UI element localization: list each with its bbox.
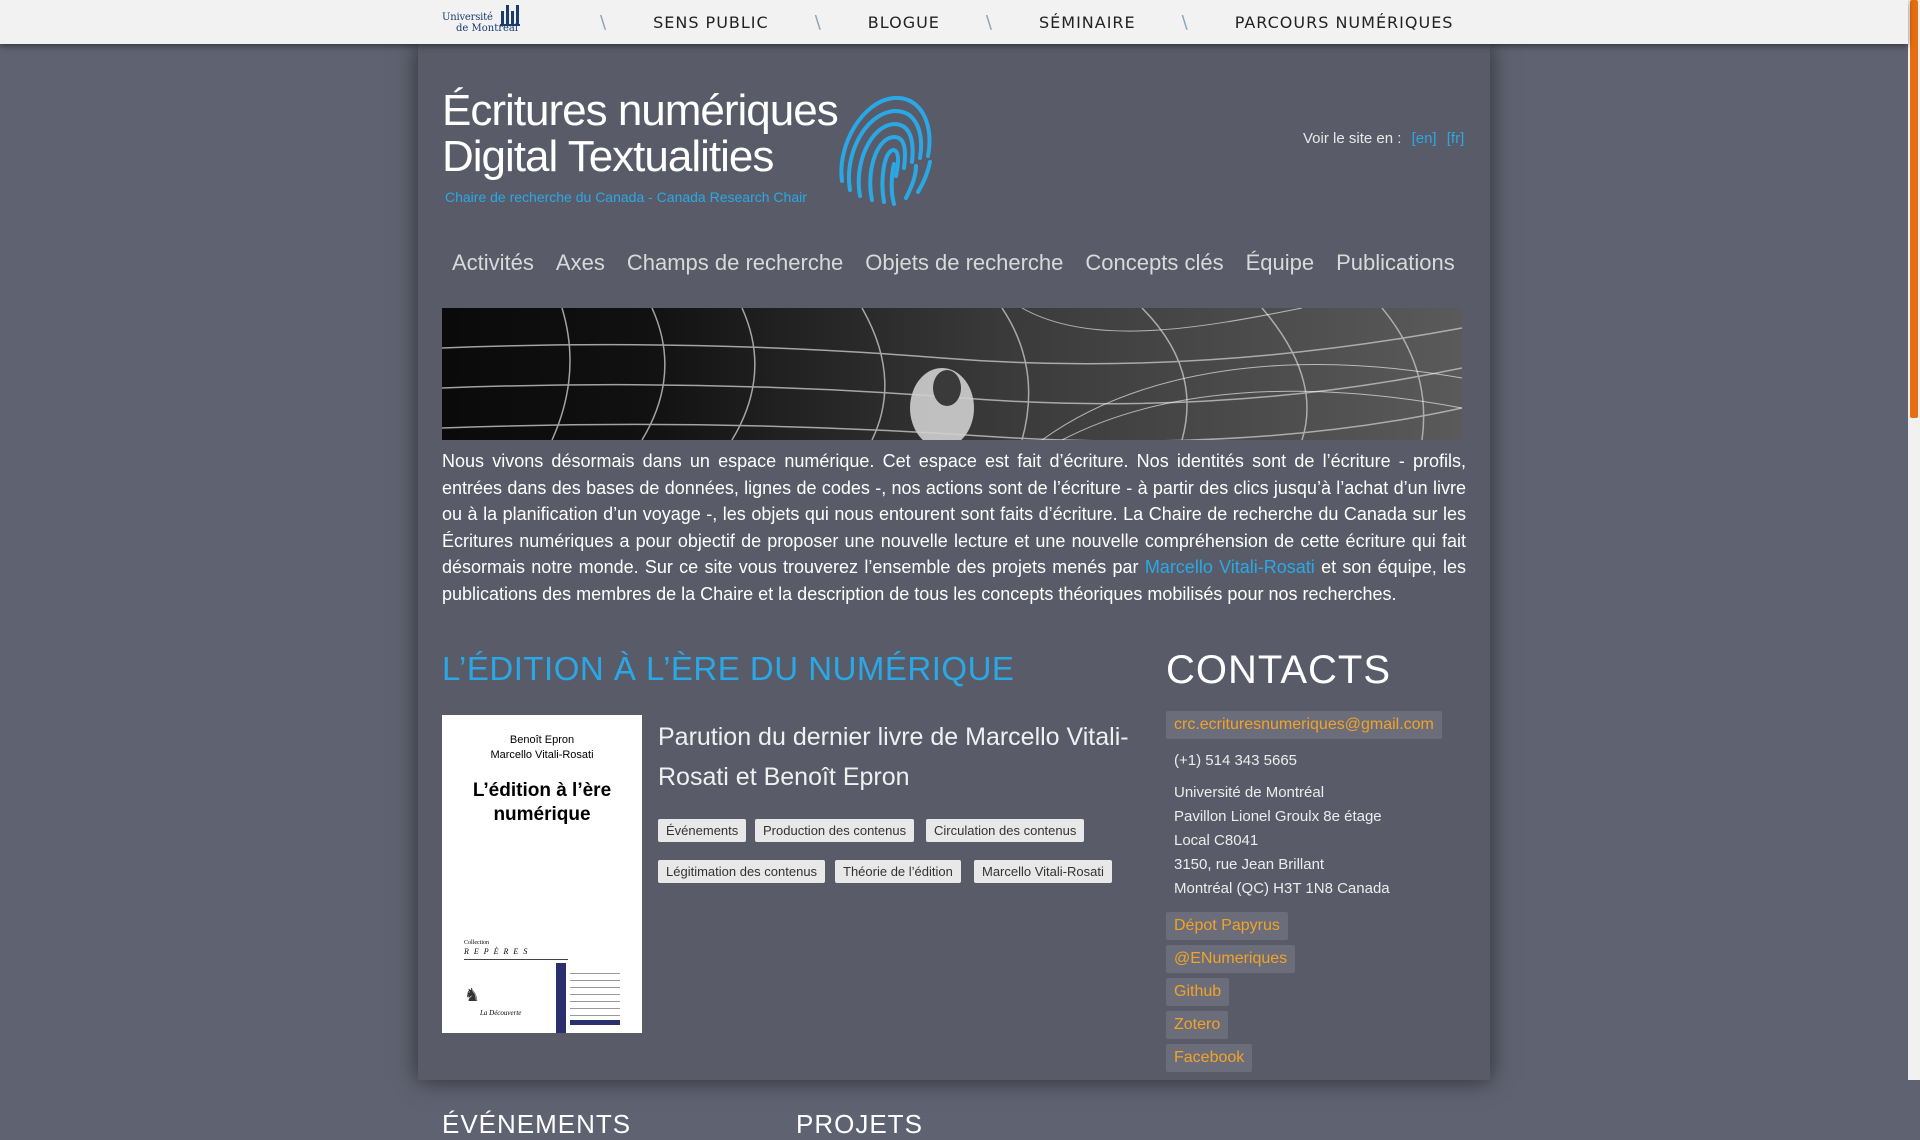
- link-depot-papyrus[interactable]: Dépot Papyrus: [1166, 912, 1288, 940]
- lang-fr-link[interactable]: [fr]: [1447, 130, 1465, 147]
- nav-axes[interactable]: Axes: [556, 250, 605, 276]
- udem-logo[interactable]: Université de Montréal: [442, 3, 522, 35]
- udem-crest-icon: [500, 5, 520, 26]
- address-line: Pavillon Lionel Groulx 8e étage: [1174, 808, 1382, 825]
- link-zotero[interactable]: Zotero: [1166, 1011, 1229, 1039]
- tag-marcello-vitali-rosati[interactable]: Marcello Vitali-Rosati: [974, 860, 1112, 883]
- book-series-rule: [464, 959, 568, 960]
- book-author-2: Marcello Vitali-Rosati: [490, 749, 594, 761]
- nav-publications[interactable]: Publications: [1336, 250, 1455, 276]
- section-evenements-heading: ÉVÉNEMENTS: [442, 1109, 632, 1139]
- lang-en-link[interactable]: [en]: [1412, 130, 1437, 147]
- marcello-vitali-rosati-link[interactable]: Marcello Vitali-Rosati: [1145, 557, 1315, 577]
- address-line: Local C8041: [1174, 832, 1259, 849]
- section-projets-heading: PROJETS: [796, 1109, 923, 1139]
- tag-production-des-contenus[interactable]: Production des contenus: [755, 819, 915, 842]
- site-subtitle: Chaire de recherche du Canada - Canada R…: [445, 189, 807, 205]
- tag-theorie-de-ledition[interactable]: Théorie de l’édition: [835, 860, 961, 883]
- article-title[interactable]: Parution du dernier livre de Marcello Vi…: [658, 717, 1138, 797]
- address-line: Montréal (QC) H3T 1N8 Canada: [1174, 880, 1390, 897]
- book-list-lines: [570, 967, 620, 1027]
- nav-separator: \: [1181, 11, 1189, 33]
- scrollbar-thumb[interactable]: [1910, 0, 1918, 418]
- top-link-blogue[interactable]: BLOGUE: [868, 13, 940, 32]
- top-bar: Université de Montréal \ SENS PUBLIC \ B…: [0, 0, 1908, 44]
- publisher-logo-icon: ♞: [464, 985, 481, 1006]
- tag-evenements[interactable]: Événements: [658, 819, 747, 842]
- book-author-1: Benoît Epron: [509, 734, 575, 746]
- book-color-bar: [556, 963, 566, 1033]
- banner-image: [442, 308, 1462, 440]
- contact-phone: (+1) 514 343 5665: [1174, 752, 1298, 769]
- book-publisher: La Découverte: [480, 1009, 522, 1017]
- tag-circulation-des-contenus[interactable]: Circulation des contenus: [926, 819, 1085, 842]
- book-series: REPÈRES: [464, 947, 533, 956]
- link-facebook[interactable]: Facebook: [1166, 1044, 1253, 1072]
- fingerprint-icon: [839, 95, 932, 206]
- page-scrollbar[interactable]: [1908, 0, 1920, 1080]
- site-title-fr: Écritures numériques: [442, 86, 839, 135]
- top-link-parcours-numeriques[interactable]: PARCOURS NUMÉRIQUES: [1235, 13, 1454, 32]
- contact-email-link[interactable]: crc.ecrituresnumeriques@gmail.com: [1166, 711, 1442, 739]
- featured-section-title[interactable]: L’ÉDITION À L’ÈRE DU NUMÉRIQUE: [442, 650, 1014, 688]
- top-nav: \ SENS PUBLIC \ BLOGUE \ SÉMINAIRE \ PAR…: [600, 0, 1453, 44]
- main-nav: Activités Axes Champs de recherche Objet…: [452, 250, 1455, 276]
- nav-separator: \: [814, 11, 822, 33]
- contacts-panel: CONTACTS crc.ecrituresnumeriques@gmail.c…: [1166, 648, 1466, 1072]
- nav-equipe[interactable]: Équipe: [1246, 250, 1315, 276]
- address-line: 3150, rue Jean Brillant: [1174, 856, 1325, 873]
- language-switcher: Voir le site en : [en] [fr]: [1303, 130, 1464, 147]
- top-link-sens-public[interactable]: SENS PUBLIC: [653, 13, 769, 32]
- contact-address: Université de Montréal Pavillon Lionel G…: [1174, 781, 1390, 901]
- book-collection: Collection: [464, 940, 489, 946]
- book-cover-image[interactable]: Benoît Epron Marcello Vitali-Rosati L’éd…: [442, 715, 642, 1033]
- nav-concepts-cles[interactable]: Concepts clés: [1085, 250, 1223, 276]
- link-enumeriques-twitter[interactable]: @ENumeriques: [1166, 945, 1296, 973]
- tag-legitimation-des-contenus[interactable]: Légitimation des contenus: [658, 860, 826, 883]
- language-label: Voir le site en :: [1303, 130, 1402, 147]
- site-logo[interactable]: Écritures numériques Digital Textualitie…: [442, 86, 962, 216]
- intro-paragraph: Nous vivons désormais dans un espace num…: [442, 451, 1466, 604]
- contacts-title: CONTACTS: [1166, 648, 1392, 692]
- book-title-line2: numérique: [493, 804, 591, 825]
- nav-separator: \: [600, 11, 608, 33]
- address-line: Université de Montréal: [1174, 784, 1325, 801]
- book-title-line1: L’édition à l’ère: [472, 780, 612, 801]
- site-title-en: Digital Textualities: [442, 132, 774, 181]
- link-github[interactable]: Github: [1166, 978, 1230, 1006]
- nav-activites[interactable]: Activités: [452, 250, 534, 276]
- top-link-seminaire[interactable]: SÉMINAIRE: [1039, 13, 1136, 32]
- nav-champs-de-recherche[interactable]: Champs de recherche: [627, 250, 843, 276]
- main-column: Écritures numériques Digital Textualitie…: [418, 44, 1490, 1139]
- nav-separator: \: [985, 11, 993, 33]
- book-list-highlight: [570, 1020, 620, 1025]
- nav-objets-de-recherche[interactable]: Objets de recherche: [865, 250, 1063, 276]
